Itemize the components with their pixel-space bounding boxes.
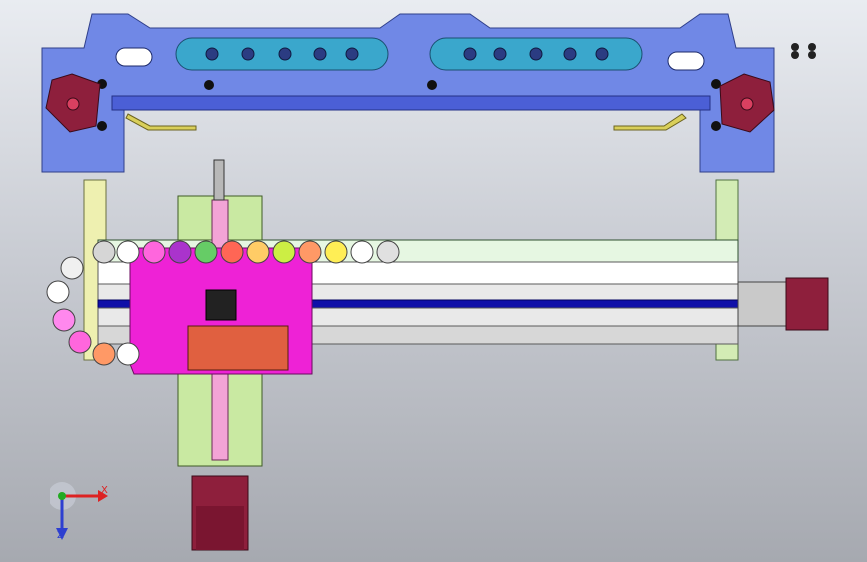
left-limit-bracket[interactable] — [125, 113, 197, 131]
left-oblong-slot — [115, 47, 153, 67]
bolt — [711, 79, 721, 89]
slot-hole — [278, 47, 292, 61]
x-stepper-motor[interactable] — [737, 277, 829, 331]
nut-block[interactable] — [205, 289, 237, 321]
cad-viewport[interactable]: X Z — [0, 0, 867, 562]
bolt — [427, 80, 437, 90]
bolt — [711, 121, 721, 131]
slot-hole — [463, 47, 477, 61]
bolt — [97, 121, 107, 131]
right-limit-bracket[interactable] — [613, 113, 687, 131]
slot-hole — [345, 47, 359, 61]
right-oblong-slot — [667, 51, 705, 71]
slot-hole — [563, 47, 577, 61]
slot-hole — [313, 47, 327, 61]
slot-hole — [595, 47, 609, 61]
bolt — [204, 80, 214, 90]
z-axis-label: Z — [57, 530, 64, 541]
slot-hole — [529, 47, 543, 61]
slot-hole — [205, 47, 219, 61]
corner-nut — [791, 51, 799, 59]
slot-hole — [493, 47, 507, 61]
cnc-gantry-model[interactable] — [0, 0, 867, 562]
slot-hole — [241, 47, 255, 61]
gantry-frame[interactable] — [41, 13, 775, 173]
gantry-top-plate[interactable] — [41, 13, 775, 173]
corner-nut — [808, 51, 816, 59]
x-carriage-plate[interactable] — [129, 247, 313, 375]
z-motor-cap — [196, 506, 244, 550]
drag-block[interactable] — [187, 325, 289, 371]
x-axis-label: X — [101, 485, 108, 496]
corner-nut — [808, 43, 816, 51]
gantry-cross-beam[interactable] — [111, 95, 711, 111]
corner-nut — [791, 43, 799, 51]
